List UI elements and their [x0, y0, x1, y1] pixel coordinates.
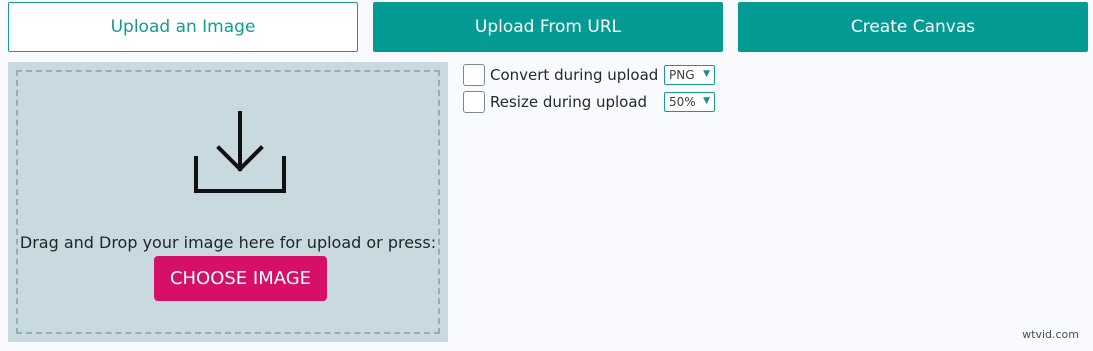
resize-label: Resize during upload — [490, 93, 648, 111]
option-convert: Convert during upload PNG ▼ — [463, 64, 723, 86]
format-select[interactable]: PNG ▼ — [664, 65, 715, 85]
convert-label: Convert during upload — [490, 66, 659, 84]
watermark: wtvid.com — [1022, 328, 1079, 341]
choose-image-button[interactable]: CHOOSE IMAGE — [154, 256, 327, 301]
option-resize: Resize during upload 50% ▼ — [463, 91, 723, 113]
resize-select-value: 50% — [669, 95, 696, 109]
chevron-down-icon: ▼ — [703, 69, 710, 79]
dropzone-instructions: Drag and Drop your image here for upload… — [19, 233, 437, 252]
chevron-down-icon: ▼ — [703, 96, 710, 106]
tab-create-canvas[interactable]: Create Canvas — [738, 2, 1088, 52]
tab-upload-image[interactable]: Upload an Image — [8, 2, 358, 52]
image-dropzone[interactable]: Drag and Drop your image here for upload… — [8, 62, 448, 342]
resize-select[interactable]: 50% ▼ — [664, 92, 715, 112]
tab-upload-from-url[interactable]: Upload From URL — [373, 2, 723, 52]
convert-checkbox[interactable] — [463, 64, 485, 86]
format-select-value: PNG — [669, 68, 695, 82]
download-icon — [194, 111, 286, 193]
dropzone-dashed-border: Drag and Drop your image here for upload… — [16, 70, 440, 334]
resize-checkbox[interactable] — [463, 91, 485, 113]
